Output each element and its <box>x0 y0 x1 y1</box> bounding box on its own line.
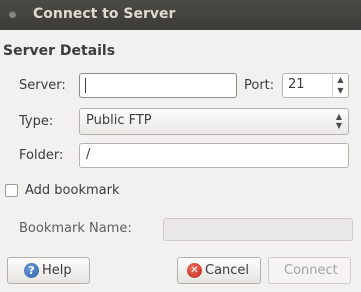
type-combobox[interactable]: Public FTP ▲ ▼ <box>79 108 349 135</box>
title-bar[interactable]: Connect to Server <box>0 0 361 30</box>
window-menu-icon[interactable] <box>9 11 16 18</box>
server-input[interactable] <box>79 73 237 98</box>
connect-to-server-dialog: Connect to Server Server Details Server:… <box>0 0 361 292</box>
add-bookmark-label[interactable]: Add bookmark <box>25 183 120 198</box>
folder-input[interactable]: / <box>79 143 349 168</box>
help-icon: ? <box>24 263 39 278</box>
help-button[interactable]: ? Help <box>7 257 90 284</box>
bookmark-name-label: Bookmark Name: <box>19 221 132 236</box>
bookmark-name-input[interactable] <box>163 218 353 241</box>
help-button-label: Help <box>42 263 72 278</box>
port-value: 21 <box>288 77 305 92</box>
type-selected: Public FTP <box>86 113 152 128</box>
spin-up-icon[interactable]: ▲ <box>333 74 348 85</box>
cancel-button-label: Cancel <box>205 263 250 278</box>
combo-arrows-icon: ▲ ▼ <box>335 112 342 130</box>
cancel-icon: ✕ <box>187 263 202 278</box>
port-label: Port: <box>244 78 275 93</box>
folder-label: Folder: <box>19 148 64 163</box>
window-title: Connect to Server <box>33 6 176 22</box>
type-label: Type: <box>19 114 54 129</box>
folder-input-value: / <box>86 147 91 162</box>
spin-down-icon[interactable]: ▼ <box>333 85 348 96</box>
connect-button[interactable]: Connect <box>268 257 351 284</box>
connect-button-label: Connect <box>284 263 338 278</box>
port-spinbutton[interactable]: 21 ▲ ▼ <box>282 73 349 98</box>
text-cursor <box>85 78 86 93</box>
server-label: Server: <box>19 78 66 93</box>
port-spin-buttons: ▲ ▼ <box>332 74 348 97</box>
section-title: Server Details <box>3 43 116 59</box>
cancel-button[interactable]: ✕ Cancel <box>177 257 261 284</box>
add-bookmark-checkbox[interactable] <box>5 184 18 197</box>
